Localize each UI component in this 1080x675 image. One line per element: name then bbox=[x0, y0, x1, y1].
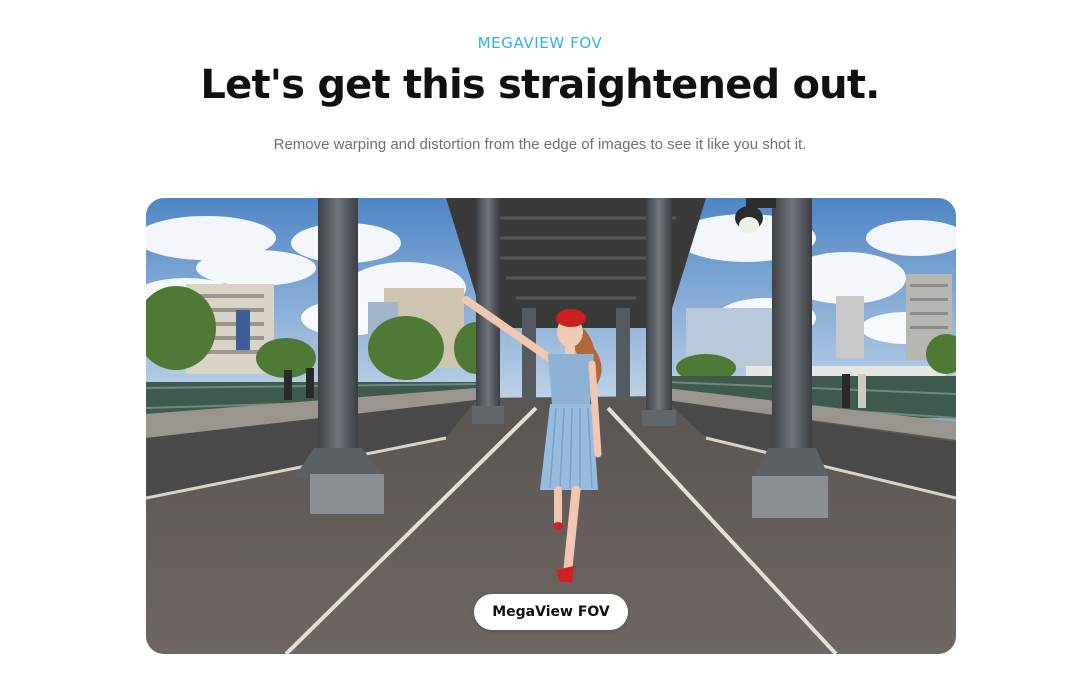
hero-photo bbox=[146, 198, 956, 654]
section-subtitle: Remove warping and distortion from the e… bbox=[273, 136, 807, 153]
megaview-fov-badge[interactable]: MegaView FOV bbox=[474, 594, 628, 630]
section-eyebrow: MEGAVIEW FOV bbox=[477, 34, 603, 52]
page-title: Let's get this straightened out. bbox=[200, 62, 880, 108]
bridge-scene-illustration bbox=[146, 198, 956, 654]
